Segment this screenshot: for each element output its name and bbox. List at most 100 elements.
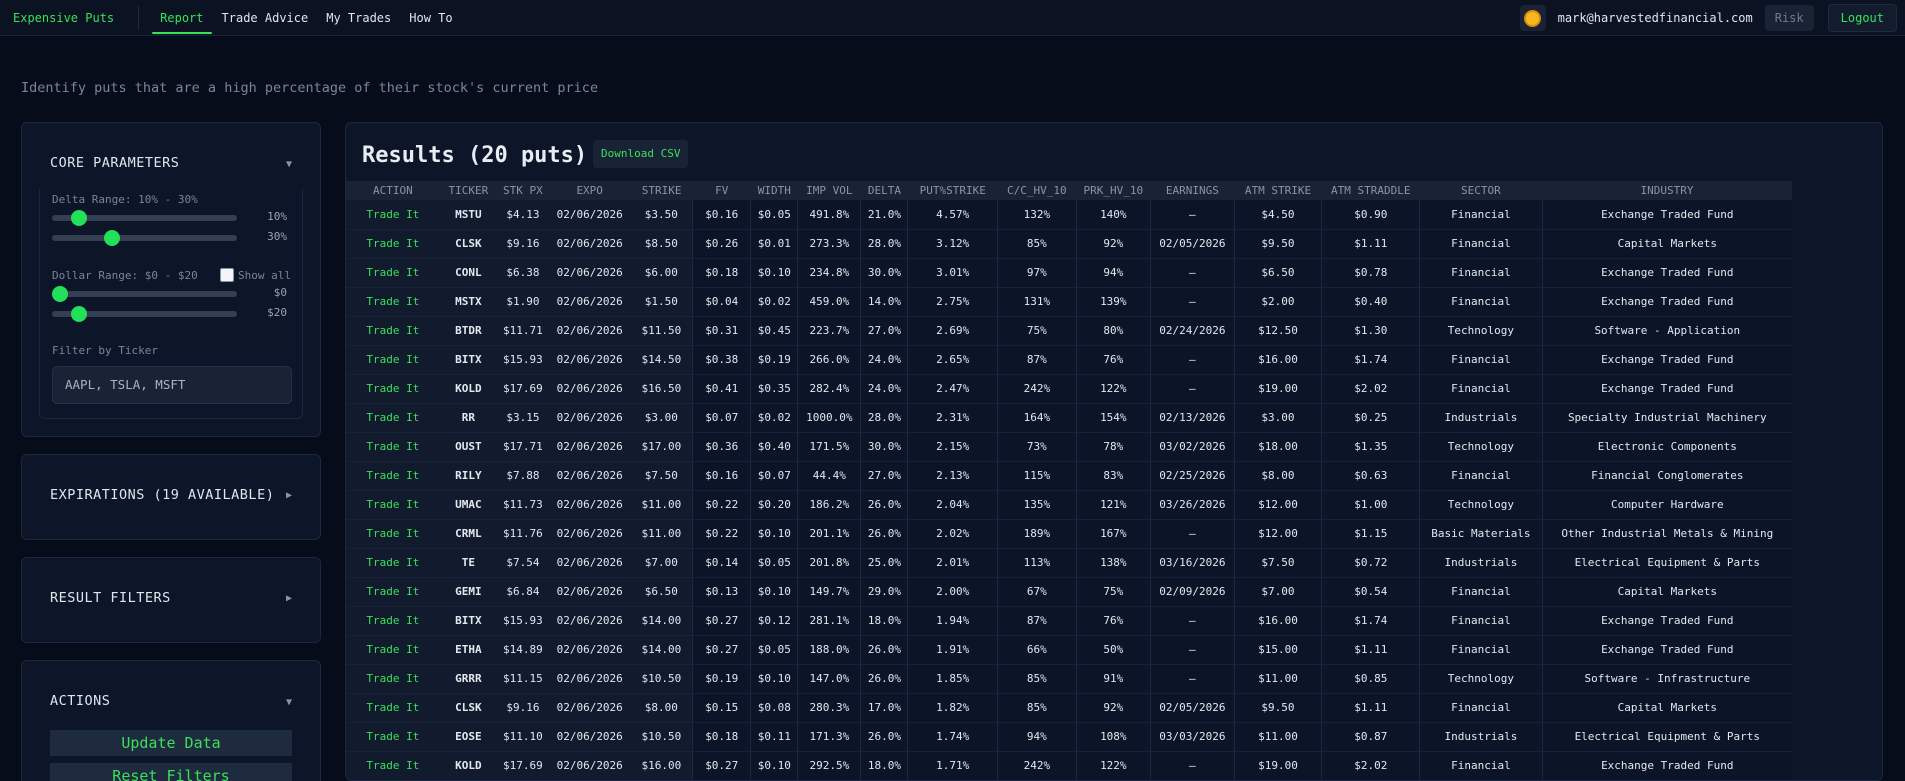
trade-it-link[interactable]: Trade It [346,635,440,665]
column-header[interactable]: PUT%STRIKE [907,181,998,200]
table-cell: Capital Markets [1541,693,1792,723]
trade-it-link[interactable]: Trade It [346,606,440,636]
update-data-button[interactable]: Update Data [50,730,292,756]
table-header-row: ACTION TICKER STK PX EXPO STRIKE FV WIDTH IMP V… [346,181,1792,200]
column-header[interactable]: PRK_HV_10 [1076,181,1151,200]
ticker-filter-input[interactable]: AAPL, TSLA, MSFT [52,366,292,404]
trade-it-link[interactable]: Trade It [346,577,440,607]
table-cell: 78% [1075,432,1151,462]
table-cell: 2.31% [907,403,998,433]
page-subtitle: Identify puts that are a high percentage… [21,80,599,96]
table-row: Trade It BITX $15.93 02/06/2026 $14.50 $0.38 $… [346,345,1792,375]
actions-panel: ACTIONS ▼ Update Data Reset Filters [21,660,321,781]
result-filters-panel[interactable]: RESULT FILTERS ▶ [21,557,321,643]
trade-it-link[interactable]: Trade It [346,461,440,491]
trade-it-link[interactable]: Trade It [346,548,440,578]
nav-link-how-to[interactable]: How To [401,7,460,29]
expirations-panel[interactable]: EXPIRATIONS (19 AVAILABLE) ▶ [21,454,321,540]
nav-link-my-trades[interactable]: My Trades [318,7,399,29]
column-header[interactable]: EXPO [548,181,631,200]
column-header[interactable]: C/C_HV_10 [997,181,1077,200]
dollar-max-thumb[interactable] [71,306,87,322]
brand-logo[interactable]: Expensive Puts [13,11,114,25]
chevron-right-icon[interactable]: ▶ [286,490,292,501]
table-cell: $1.50 [630,287,693,317]
table-cell: 02/06/2026 [548,664,631,694]
actions-title[interactable]: ACTIONS [50,693,110,709]
table-cell: $0.07 [692,403,751,433]
table-cell: $0.02 [750,403,798,433]
trade-it-link[interactable]: Trade It [346,200,440,230]
column-header[interactable]: IMP VOL [797,181,861,200]
table-cell: Specialty Industrial Machinery [1541,403,1792,433]
table-cell: CLSK [439,229,497,259]
table-cell: 02/06/2026 [548,606,631,636]
chevron-down-icon[interactable]: ▼ [286,697,292,708]
risk-button[interactable]: Risk [1764,5,1814,31]
table-cell: $0.90 [1321,200,1420,230]
show-all-checkbox[interactable] [220,268,234,282]
table-cell: $0.31 [692,316,751,346]
column-header[interactable]: EARNINGS [1150,181,1235,200]
core-parameters-title[interactable]: CORE PARAMETERS [50,155,179,171]
table-cell: 29.0% [860,577,908,607]
result-filters-title[interactable]: RESULT FILTERS [50,590,171,606]
chevron-right-icon[interactable]: ▶ [286,593,292,604]
column-header[interactable]: ATM STRADDLE [1321,181,1420,200]
trade-it-link[interactable]: Trade It [346,664,440,694]
column-header[interactable]: TICKER [439,181,497,200]
reset-filters-button[interactable]: Reset Filters [50,763,292,781]
column-header[interactable]: WIDTH [750,181,798,200]
trade-it-link[interactable]: Trade It [346,722,440,752]
trade-it-link[interactable]: Trade It [346,374,440,404]
delta-max-slider[interactable] [52,230,237,246]
trade-it-link[interactable]: Trade It [346,490,440,520]
column-header[interactable]: SECTOR [1419,181,1543,200]
nav-link-report[interactable]: Report [152,7,212,34]
nav-link-trade-advice[interactable]: Trade Advice [214,7,317,29]
trade-it-link[interactable]: Trade It [346,693,440,723]
column-header[interactable]: INDUSTRY [1542,181,1792,200]
table-cell: $17.69 [496,751,549,780]
delta-min-thumb[interactable] [71,210,87,226]
trade-it-link[interactable]: Trade It [346,258,440,288]
column-header[interactable]: FV [692,181,751,200]
show-all-label[interactable]: Show all [238,269,291,282]
table-cell: Electrical Equipment & Parts [1541,722,1792,752]
trade-it-link[interactable]: Trade It [346,287,440,317]
column-header[interactable]: ATM STRIKE [1234,181,1322,200]
delta-max-thumb[interactable] [104,230,120,246]
column-header[interactable]: ACTION [346,181,440,200]
dollar-min-thumb[interactable] [52,286,68,302]
trade-it-link[interactable]: Trade It [346,751,440,780]
trade-it-link[interactable]: Trade It [346,403,440,433]
column-header[interactable]: STRIKE [630,181,693,200]
table-cell: 02/09/2026 [1150,577,1235,607]
trade-it-link[interactable]: Trade It [346,229,440,259]
download-csv-button[interactable]: Download CSV [593,140,689,168]
trade-it-link[interactable]: Trade It [346,432,440,462]
table-cell: 85% [997,229,1077,259]
table-cell: 26.0% [860,664,908,694]
table-cell: 75% [997,316,1077,346]
table-cell: MSTU [439,200,497,230]
trade-it-link[interactable]: Trade It [346,316,440,346]
column-header[interactable]: DELTA [860,181,908,200]
table-cell: — [1150,751,1235,780]
table-cell: $0.16 [692,461,751,491]
theme-toggle-button[interactable] [1519,5,1546,31]
table-cell: Capital Markets [1541,229,1792,259]
trade-it-link[interactable]: Trade It [346,345,440,375]
table-cell: $17.71 [496,432,549,462]
table-cell: Industrials [1419,403,1543,433]
results-title: Results (20 puts) [362,143,588,168]
dollar-min-slider[interactable] [52,286,237,302]
delta-min-slider[interactable] [52,210,237,226]
expirations-title[interactable]: EXPIRATIONS (19 AVAILABLE) [50,487,274,503]
chevron-down-icon[interactable]: ▼ [286,159,292,170]
dollar-max-slider[interactable] [52,306,237,322]
trade-it-link[interactable]: Trade It [346,519,440,549]
column-header[interactable]: STK PX [496,181,549,200]
logout-button[interactable]: Logout [1827,4,1897,32]
table-cell: BITX [439,345,497,375]
